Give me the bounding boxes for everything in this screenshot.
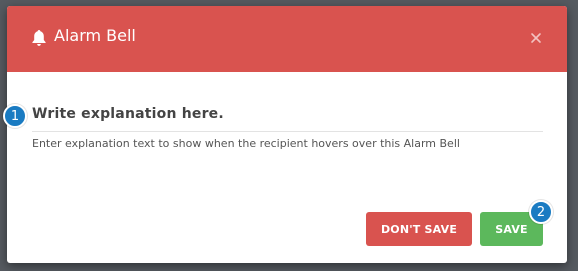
close-icon[interactable] xyxy=(529,30,543,44)
step-callout-1: 1 xyxy=(3,104,27,128)
dialog-title: Alarm Bell xyxy=(54,26,136,45)
explanation-title-divider xyxy=(32,131,543,132)
explanation-title-field[interactable]: Write explanation here. xyxy=(32,106,224,122)
dont-save-button[interactable]: DON'T SAVE xyxy=(366,212,472,246)
explanation-text-field[interactable]: Enter explanation text to show when the … xyxy=(32,137,460,150)
step-callout-2: 2 xyxy=(529,200,553,224)
bell-icon xyxy=(31,29,47,47)
alarm-bell-dialog: Alarm Bell Write explanation here. Enter… xyxy=(7,6,567,263)
dialog-header: Alarm Bell xyxy=(7,6,567,72)
